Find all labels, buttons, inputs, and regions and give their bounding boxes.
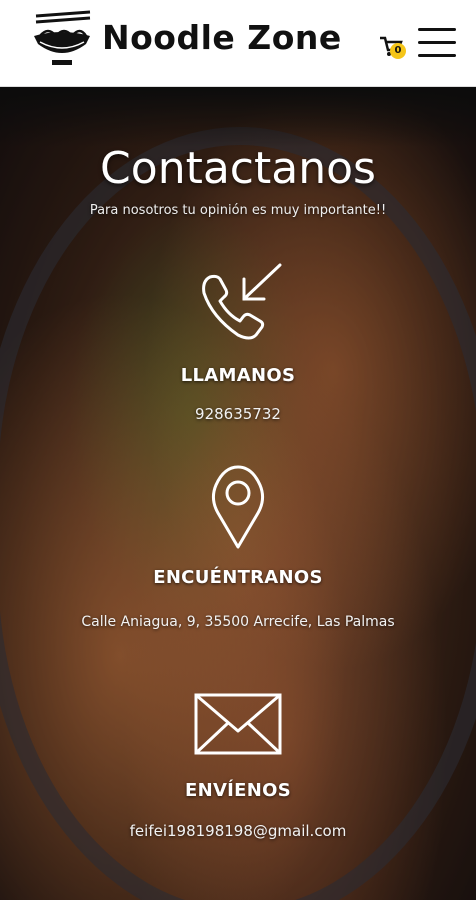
envelope-icon[interactable]: [188, 679, 288, 769]
noodle-bowl-logo[interactable]: [30, 10, 94, 70]
hamburger-menu-icon[interactable]: [418, 28, 458, 58]
page-subtitle: Para nosotros tu opinión es muy importan…: [89, 203, 387, 218]
contact-section: Contactanos Para nosotros tu opinión es …: [0, 87, 476, 900]
cart-count-badge: 0: [390, 43, 406, 59]
address[interactable]: Calle Aniagua, 9, 35500 Arrecife, Las Pa…: [0, 614, 476, 630]
find-us-label: ENCUÉNTRANOS: [153, 567, 323, 588]
call-label: LLAMANOS: [180, 365, 296, 386]
brand-name[interactable]: Noodle Zone: [102, 18, 342, 57]
email-address[interactable]: feifei198198198@gmail.com: [0, 822, 476, 840]
send-us-label: ENVÍENOS: [184, 780, 291, 801]
phone-icon[interactable]: [188, 259, 288, 349]
page-title: Contactanos: [100, 143, 376, 194]
top-navbar: Noodle Zone 0: [0, 0, 476, 87]
phone-number[interactable]: 928635732: [0, 405, 476, 423]
location-pin-icon[interactable]: [188, 461, 288, 551]
